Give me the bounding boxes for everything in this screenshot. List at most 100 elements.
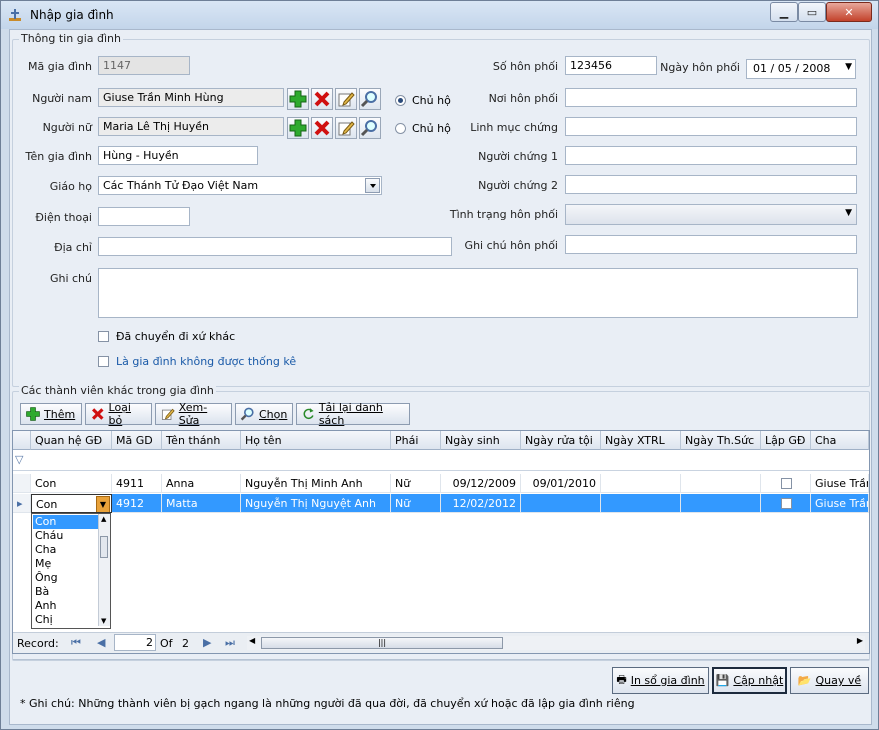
calendar-dropdown-icon[interactable]: ▼ — [845, 62, 852, 72]
relation-option[interactable]: Mẹ — [33, 557, 99, 571]
chon-button[interactable]: Chọn — [235, 403, 293, 425]
relation-option[interactable]: Cháu — [33, 529, 99, 543]
grid-column-header[interactable]: Ngày rửa tội — [521, 431, 601, 450]
relation-option[interactable]: Ông — [33, 571, 99, 585]
grid-column-header[interactable]: Mã GD — [112, 431, 162, 450]
grid-cell[interactable]: Nữ — [391, 474, 441, 493]
grid-cell[interactable] — [761, 494, 811, 513]
grid-cell[interactable] — [601, 474, 681, 493]
filter-icon[interactable]: ▽ — [15, 453, 23, 466]
quay-ve-button[interactable]: 📂 Quay về — [790, 667, 869, 694]
grid-cell[interactable]: Con — [31, 474, 112, 493]
relation-option[interactable]: Anh — [33, 599, 99, 613]
ten-gia-dinh-field[interactable]: Hùng - Huyền — [98, 146, 258, 165]
grid-cell[interactable]: Nguyễn Thị Minh Anh — [241, 474, 391, 493]
grid-cell[interactable]: Giuse Trần — [811, 474, 869, 493]
remove-husband-button[interactable] — [311, 88, 333, 110]
chevron-down-icon[interactable] — [365, 178, 380, 193]
grid-cell[interactable]: 09/12/2009 — [441, 474, 521, 493]
ghi-chu-textarea[interactable] — [98, 268, 858, 318]
edit-husband-button[interactable] — [335, 88, 357, 110]
grid-cell[interactable] — [681, 494, 761, 513]
grid-cell[interactable] — [681, 474, 761, 493]
first-record-icon[interactable]: ⏮ — [71, 636, 81, 650]
dropdown-scrollbar[interactable]: ▲ ▼ — [98, 514, 110, 626]
nguoi-nu-field[interactable]: Maria Lê Thị Huyền — [98, 117, 284, 136]
relation-dropdown-list[interactable]: Con Cháu Cha Mẹ Ông Bà Anh Chị ▲ ▼ — [31, 513, 111, 629]
in-so-button[interactable]: 🖶 In sổ gia đình — [612, 667, 709, 694]
scroll-down-icon[interactable]: ▼ — [101, 617, 106, 625]
grid-cell[interactable]: Matta — [162, 494, 241, 513]
scroll-up-icon[interactable]: ▲ — [101, 515, 106, 523]
grid-cell[interactable] — [601, 494, 681, 513]
ma-gia-dinh-field[interactable]: 1147 — [98, 56, 190, 75]
grid-cell[interactable]: Nguyễn Thị Nguyệt Anh — [241, 494, 391, 513]
grid-column-header[interactable]: Lập GĐ — [761, 431, 811, 450]
giao-ho-select[interactable]: Các Thánh Tử Đạo Việt Nam — [98, 176, 382, 195]
linh-muc-chung-field[interactable] — [565, 117, 857, 136]
dropdown-scroll-thumb[interactable] — [100, 536, 108, 558]
add-husband-button[interactable] — [287, 88, 309, 110]
maximize-button[interactable]: ▭ — [798, 2, 826, 22]
search-wife-button[interactable] — [359, 117, 381, 139]
filter-row[interactable]: ▽ — [13, 450, 869, 471]
lap-gd-checkbox[interactable] — [781, 498, 792, 509]
close-button[interactable]: ✕ — [826, 2, 872, 22]
scroll-left-icon[interactable]: ◀ — [249, 636, 255, 645]
grid-column-header[interactable]: Quan hệ GĐ — [31, 431, 112, 450]
relation-option[interactable]: Bà — [33, 585, 99, 599]
grid-column-header[interactable]: Tên thánh — [162, 431, 241, 450]
prev-record-icon[interactable]: ◀ — [97, 636, 105, 649]
dia-chi-field[interactable] — [98, 237, 452, 256]
cap-nhat-button[interactable]: 💾 Cập nhật — [712, 667, 787, 694]
grid-cell[interactable]: Con ▼ — [31, 494, 112, 513]
last-record-icon[interactable]: ⏭ — [225, 636, 235, 650]
tai-lai-button[interactable]: Tải lại danh sách — [296, 401, 410, 427]
grid-cell[interactable]: 4912 — [112, 494, 162, 513]
grid-cell[interactable]: Giuse Trần — [811, 494, 869, 513]
remove-wife-button[interactable] — [311, 117, 333, 139]
relation-option[interactable]: Chị — [33, 613, 99, 627]
grid-column-header[interactable]: Ngày XTRL — [601, 431, 681, 450]
row-indicator[interactable] — [13, 474, 31, 493]
grid-cell[interactable]: 4911 — [112, 474, 162, 493]
nguoi-chung-2-field[interactable] — [565, 175, 857, 194]
row-indicator[interactable]: ▸ — [13, 494, 31, 513]
loai-bo-button[interactable]: Loại bỏ — [85, 401, 152, 427]
xem-sua-button[interactable]: Xem-Sửa — [155, 401, 232, 427]
grid-column-header[interactable]: Cha — [811, 431, 869, 450]
scroll-right-icon[interactable]: ▶ — [857, 636, 863, 645]
tinh-trang-hon-phoi-select[interactable]: ▼ — [565, 204, 857, 225]
da-chuyen-checkbox[interactable] — [98, 331, 109, 342]
so-hon-phoi-field[interactable]: 123456 — [565, 56, 657, 75]
husband-chu-ho-radio[interactable] — [395, 95, 406, 106]
grid-column-header[interactable]: Họ tên — [241, 431, 391, 450]
grid-column-header[interactable]: Phái — [391, 431, 441, 450]
them-button[interactable]: Thêm — [20, 403, 82, 425]
horizontal-scrollbar[interactable]: ◀ ||| ▶ — [247, 636, 865, 650]
search-husband-button[interactable] — [359, 88, 381, 110]
grid-cell[interactable]: Anna — [162, 474, 241, 493]
relation-option[interactable]: Con — [33, 515, 99, 529]
next-record-icon[interactable]: ▶ — [203, 636, 211, 649]
noi-hon-phoi-field[interactable] — [565, 88, 857, 107]
grid-cell[interactable] — [761, 474, 811, 493]
record-current-field[interactable]: 2 — [114, 634, 156, 651]
chevron-down-icon[interactable]: ▼ — [96, 496, 110, 512]
horizontal-scroll-thumb[interactable]: ||| — [261, 637, 503, 649]
grid-column-header[interactable]: Ngày sinh — [441, 431, 521, 450]
ngay-hon-phoi-picker[interactable]: 01 / 05 / 2008 ▼ — [746, 59, 856, 79]
minimize-button[interactable]: ▁ — [770, 2, 798, 22]
dien-thoai-field[interactable] — [98, 207, 190, 226]
grid-cell[interactable]: Nữ — [391, 494, 441, 513]
grid-cell[interactable] — [521, 494, 601, 513]
wife-chu-ho-radio[interactable] — [395, 123, 406, 134]
edit-wife-button[interactable] — [335, 117, 357, 139]
lap-gd-checkbox[interactable] — [781, 478, 792, 489]
khong-thong-ke-checkbox[interactable] — [98, 356, 109, 367]
grid-column-header[interactable]: Ngày Th.Sức — [681, 431, 761, 450]
ghi-chu-hon-phoi-field[interactable] — [565, 235, 857, 254]
add-wife-button[interactable] — [287, 117, 309, 139]
grid-cell[interactable]: 09/01/2010 — [521, 474, 601, 493]
nguoi-nam-field[interactable]: Giuse Trần Minh Hùng — [98, 88, 284, 107]
